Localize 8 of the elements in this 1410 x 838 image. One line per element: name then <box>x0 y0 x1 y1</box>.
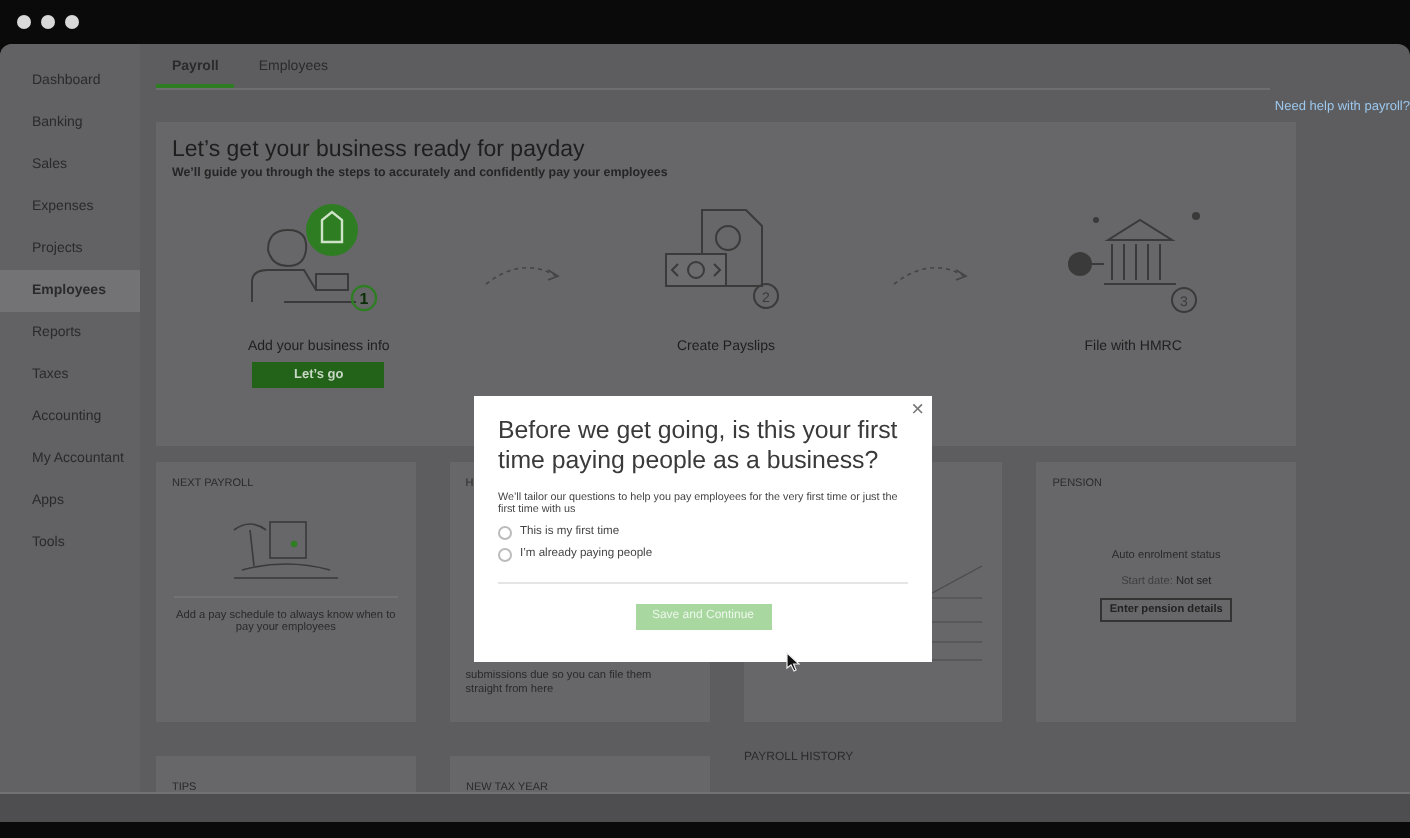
close-button[interactable]: × <box>911 400 924 422</box>
dialog-title: Before we get going, is this your first time paying people as a business? <box>498 416 900 476</box>
hero-title: Let’s get your business ready for payday <box>172 138 587 162</box>
radio-button[interactable] <box>498 525 512 540</box>
window-controls-icon[interactable] <box>16 14 84 30</box>
cursor-icon <box>786 652 800 672</box>
person-laptop-drawing: 1 <box>244 202 393 318</box>
radio-button[interactable] <box>498 547 512 562</box>
